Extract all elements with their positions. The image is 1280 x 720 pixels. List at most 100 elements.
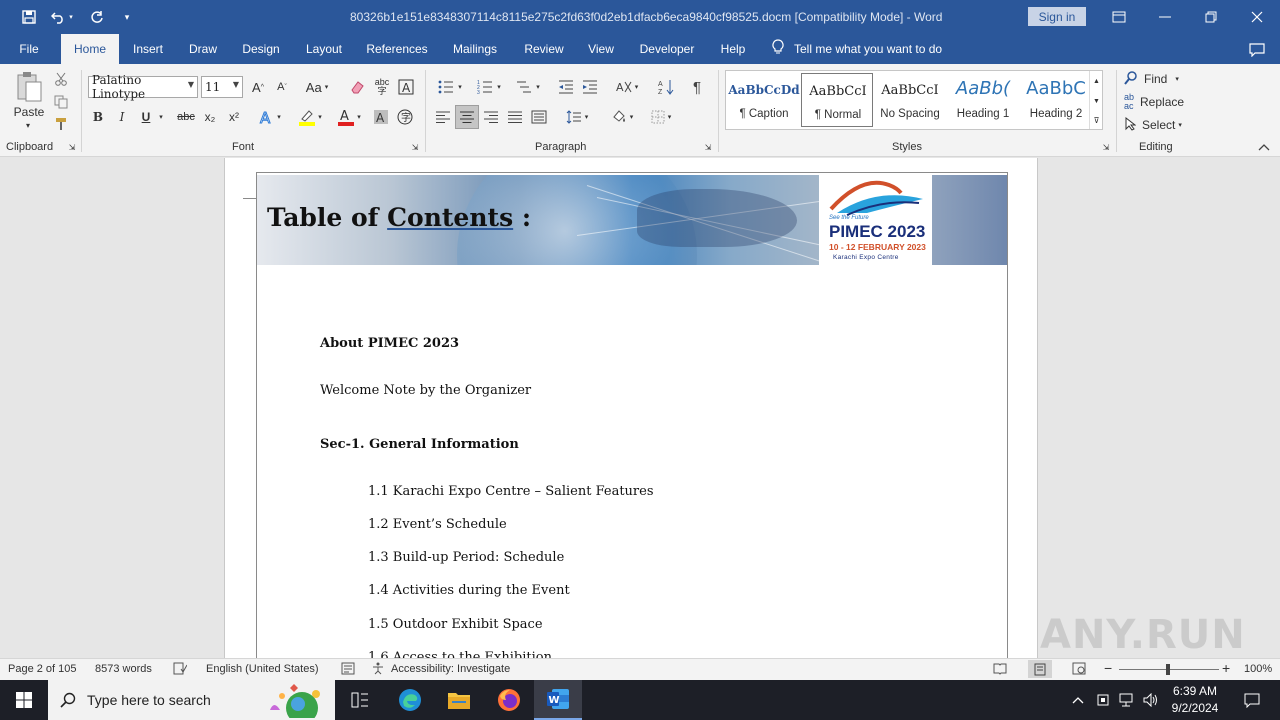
language-status[interactable]: English (United States) <box>206 663 319 675</box>
format-painter-icon[interactable] <box>52 115 70 133</box>
tab-file[interactable]: File <box>10 34 48 64</box>
tab-review[interactable]: Review <box>517 34 571 64</box>
justify-icon[interactable] <box>505 106 525 128</box>
paste-dropdown-icon[interactable]: ▾ <box>22 119 34 131</box>
bold-button[interactable]: B <box>89 106 107 128</box>
tab-references[interactable]: References <box>361 34 433 64</box>
cut-icon[interactable] <box>52 70 70 88</box>
change-case-button[interactable]: Aa ▾ <box>300 76 334 98</box>
tab-view[interactable]: View <box>581 34 621 64</box>
style-no-spacing[interactable]: AaBbCcI No Spacing <box>874 73 946 127</box>
enclose-characters-icon[interactable]: 字 <box>395 106 415 128</box>
network-icon[interactable] <box>1115 680 1139 720</box>
redo-icon[interactable] <box>87 7 107 27</box>
toc-entry[interactable]: 1.3 Build-up Period: Schedule <box>368 550 564 565</box>
character-shading-icon[interactable]: A <box>371 106 391 128</box>
tab-design[interactable]: Design <box>234 34 288 64</box>
sort-icon[interactable]: AZ <box>656 76 676 98</box>
text-effects-icon[interactable]: A ▾ <box>255 106 285 128</box>
tab-home[interactable]: Home <box>61 34 119 64</box>
page-count-status[interactable]: Page 2 of 105 <box>8 663 77 675</box>
comments-icon[interactable] <box>1243 34 1271 64</box>
toc-entry[interactable]: 1.2 Event’s Schedule <box>368 517 507 532</box>
tab-mailings[interactable]: Mailings <box>443 34 507 64</box>
track-changes-icon[interactable] <box>341 662 355 678</box>
borders-icon[interactable]: ▾ <box>644 106 678 128</box>
notifications-icon[interactable] <box>1232 680 1272 720</box>
zoom-out-button[interactable]: − <box>1104 660 1112 676</box>
show-formatting-marks-icon[interactable]: ¶ <box>687 76 707 98</box>
web-layout-icon[interactable] <box>1072 662 1086 678</box>
taskbar-search-box[interactable]: Type here to search <box>48 680 335 720</box>
strikethrough-button[interactable]: abc <box>174 106 198 128</box>
toc-entry[interactable]: About PIMEC 2023 <box>320 336 459 351</box>
edge-browser-icon[interactable] <box>386 680 434 720</box>
decrease-indent-icon[interactable] <box>556 76 576 98</box>
find-button[interactable]: Find ▾ <box>1124 69 1194 89</box>
collapse-ribbon-icon[interactable] <box>1255 140 1273 154</box>
tab-draw[interactable]: Draw <box>180 34 226 64</box>
save-icon[interactable] <box>19 7 39 27</box>
styles-scroll-up-icon[interactable]: ▲ <box>1089 71 1103 91</box>
restore-icon[interactable] <box>1188 0 1234 34</box>
subscript-button[interactable]: x₂ <box>201 106 219 128</box>
numbering-icon[interactable]: 1 2 3 ▾ <box>472 76 506 98</box>
clock-time[interactable]: 6:39 AM <box>1164 684 1226 698</box>
word-count-status[interactable]: 8573 words <box>95 663 152 675</box>
line-spacing-icon[interactable]: ▾ <box>560 106 594 128</box>
align-center-icon[interactable] <box>455 105 479 129</box>
multilevel-list-icon[interactable]: ▾ <box>511 76 545 98</box>
clipboard-launcher-icon[interactable]: ⇲ <box>67 142 77 152</box>
superscript-button[interactable]: x² <box>225 106 243 128</box>
document-area[interactable]: Table of Contents : See the Future PIMEC… <box>0 158 1280 658</box>
toc-entry[interactable]: Sec-1. General Information <box>320 437 519 452</box>
align-right-icon[interactable] <box>481 106 501 128</box>
shrink-font-button[interactable]: Aˇ <box>273 76 291 98</box>
styles-launcher-icon[interactable]: ⇲ <box>1101 142 1111 152</box>
asian-layout-icon[interactable]: A ▾ <box>611 76 643 98</box>
tell-me-box[interactable]: Tell me what you want to do <box>772 34 962 64</box>
paragraph-launcher-icon[interactable]: ⇲ <box>703 142 713 152</box>
toc-entry[interactable]: 1.1 Karachi Expo Centre – Salient Featur… <box>368 484 654 499</box>
document-page[interactable]: Table of Contents : See the Future PIMEC… <box>224 158 1038 658</box>
sign-in-button[interactable]: Sign in <box>1028 7 1086 26</box>
style-normal[interactable]: AaBbCcI ¶ Normal <box>801 73 873 127</box>
paste-icon[interactable] <box>12 70 46 104</box>
toc-entry[interactable]: 1.5 Outdoor Exhibit Space <box>368 617 543 632</box>
show-hidden-icons-icon[interactable] <box>1066 680 1090 720</box>
tab-layout[interactable]: Layout <box>297 34 351 64</box>
undo-icon[interactable]: ▾ <box>48 7 76 27</box>
clear-formatting-icon[interactable] <box>347 76 367 98</box>
zoom-level-status[interactable]: 100% <box>1244 663 1272 675</box>
accessibility-icon[interactable] <box>371 662 385 678</box>
underline-button[interactable]: U <box>137 106 155 128</box>
zoom-in-button[interactable]: + <box>1222 660 1230 676</box>
customize-qat-icon[interactable]: ▾ <box>117 7 137 27</box>
tab-help[interactable]: Help <box>712 34 754 64</box>
firefox-icon[interactable] <box>485 680 533 720</box>
shading-icon[interactable]: ▾ <box>605 106 639 128</box>
ribbon-display-icon[interactable] <box>1096 0 1142 34</box>
copy-icon[interactable] <box>52 93 70 111</box>
windows-start-icon[interactable] <box>0 680 48 720</box>
font-size-dropdown[interactable]: 11 ▼ <box>201 76 243 98</box>
bullets-icon[interactable]: ▾ <box>433 76 467 98</box>
align-left-icon[interactable] <box>433 106 453 128</box>
file-explorer-icon[interactable] <box>435 680 483 720</box>
font-launcher-icon[interactable]: ⇲ <box>410 142 420 152</box>
tray-app-icon[interactable] <box>1091 680 1115 720</box>
read-mode-icon[interactable] <box>993 662 1007 678</box>
print-layout-icon[interactable] <box>1028 660 1052 678</box>
replace-button[interactable]: ab ac Replace <box>1124 92 1194 112</box>
style-heading-1[interactable]: AaBb( Heading 1 <box>947 73 1019 127</box>
volume-icon[interactable] <box>1139 680 1163 720</box>
styles-more-icon[interactable]: ⊽ <box>1089 111 1103 129</box>
italic-button[interactable]: I <box>113 106 131 128</box>
toc-entry[interactable]: 1.6 Access to the Exhibition <box>368 650 552 658</box>
increase-indent-icon[interactable] <box>580 76 600 98</box>
clock-date[interactable]: 9/2/2024 <box>1164 701 1226 715</box>
distributed-icon[interactable] <box>529 106 549 128</box>
tab-insert[interactable]: Insert <box>124 34 172 64</box>
close-icon[interactable] <box>1234 0 1280 34</box>
word-taskbar-icon[interactable]: W <box>534 680 582 720</box>
